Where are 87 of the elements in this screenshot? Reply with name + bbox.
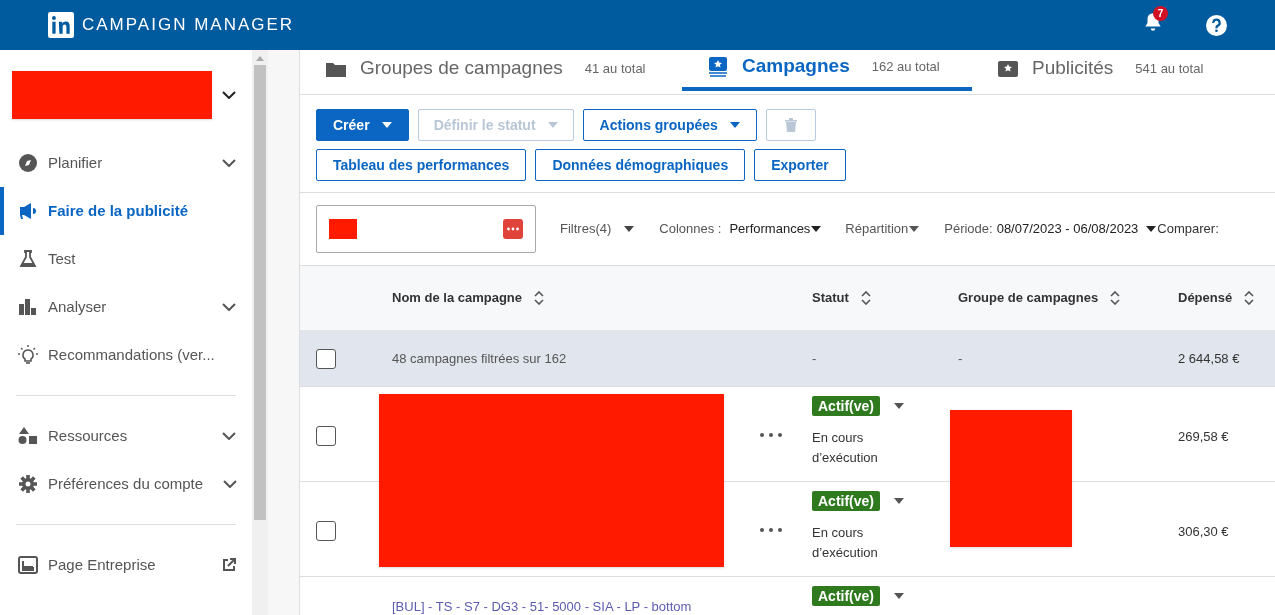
megaphone-icon bbox=[18, 201, 38, 221]
status-detail: En cours d’exécution bbox=[812, 429, 879, 467]
table-cell-text: - bbox=[958, 349, 964, 368]
period-dropdown[interactable]: 08/07/2023 - 06/08/2023 bbox=[996, 219, 1157, 239]
caret-icon bbox=[1146, 226, 1157, 232]
sidebar-item[interactable]: Préférences du compte bbox=[0, 460, 252, 508]
shapes-icon bbox=[18, 426, 38, 446]
checkbox[interactable] bbox=[316, 348, 336, 369]
caret-icon[interactable] bbox=[894, 498, 904, 504]
tab[interactable]: Groupes de campagnes 41 au total bbox=[300, 50, 682, 91]
folder-icon bbox=[326, 60, 346, 77]
tab[interactable]: Publicités 541 au total bbox=[972, 50, 1275, 91]
flask-icon bbox=[18, 249, 38, 269]
filters-button[interactable]: Filtres(4) bbox=[560, 219, 636, 239]
sort-icon[interactable] bbox=[534, 291, 545, 305]
bar-chart-icon bbox=[18, 297, 38, 317]
table-cell: 306,30 € bbox=[1178, 524, 1229, 539]
toolbar-button[interactable]: Exporter bbox=[754, 149, 846, 181]
compare-label: Comparer: bbox=[1157, 220, 1219, 239]
column-header[interactable]: Statut bbox=[812, 288, 849, 308]
caret-icon[interactable] bbox=[894, 593, 904, 599]
sidebar-item[interactable]: Test bbox=[0, 235, 252, 283]
checkbox[interactable] bbox=[316, 426, 336, 446]
chevron-icon bbox=[222, 159, 236, 167]
star-stack-icon bbox=[708, 56, 728, 77]
table-cell-text: 48 campagnes filtrées sur 162 bbox=[392, 349, 568, 368]
caret-icon bbox=[547, 122, 558, 128]
selection-indicator bbox=[0, 187, 4, 235]
tab[interactable]: Campagnes 162 au total bbox=[682, 50, 972, 91]
redaction-block bbox=[329, 219, 357, 239]
sort-icon[interactable] bbox=[860, 291, 871, 305]
caret-icon bbox=[623, 226, 636, 232]
chevron-icon bbox=[222, 432, 236, 440]
chevron-icon[interactable] bbox=[222, 90, 236, 99]
caret-icon bbox=[381, 122, 392, 128]
tab-count: 162 au total bbox=[871, 57, 940, 76]
sort-icon[interactable] bbox=[1110, 291, 1121, 305]
toolbar-button[interactable]: Créer bbox=[316, 109, 409, 141]
status-badge: Actif(ve) bbox=[812, 586, 880, 606]
period-label: Période: bbox=[944, 220, 993, 239]
toolbar-button[interactable]: Données démographiques bbox=[535, 149, 746, 181]
table-cell-text: 2 644,58 € bbox=[1178, 349, 1241, 368]
search-field[interactable] bbox=[316, 205, 536, 253]
more-icon[interactable] bbox=[760, 433, 782, 437]
sidebar-item[interactable]: Faire de la publicité bbox=[0, 187, 252, 235]
page-icon bbox=[18, 555, 38, 575]
settings-icon bbox=[18, 474, 38, 494]
scrollbar[interactable] bbox=[252, 50, 268, 615]
app-title: CAMPAIGN MANAGER bbox=[82, 14, 295, 37]
caret-icon bbox=[729, 122, 740, 128]
sidebar-item[interactable]: Planifier bbox=[0, 139, 252, 187]
chevron-icon bbox=[223, 480, 238, 488]
caret-icon[interactable] bbox=[894, 403, 904, 409]
sidebar-item[interactable]: Analyser bbox=[0, 283, 252, 331]
column-header[interactable]: Nom de la campagne bbox=[392, 288, 523, 308]
tab-count: 41 au total bbox=[584, 59, 646, 78]
logo-icon bbox=[48, 12, 74, 38]
table-cell-text: - bbox=[812, 349, 818, 368]
help-icon[interactable] bbox=[1206, 14, 1227, 36]
caret-icon bbox=[909, 226, 920, 232]
checkbox[interactable] bbox=[316, 521, 336, 541]
notification-count: 7 bbox=[1153, 5, 1168, 21]
more-icon[interactable] bbox=[760, 528, 782, 532]
column-header[interactable]: Dépensé bbox=[1178, 288, 1233, 308]
column-header[interactable]: Groupe de campagnes bbox=[958, 288, 1099, 308]
chevron-icon bbox=[222, 303, 236, 311]
sidebar-item[interactable]: Page Entreprise bbox=[0, 541, 252, 589]
caret-icon bbox=[811, 226, 822, 232]
sort-icon[interactable] bbox=[1244, 291, 1255, 305]
compass-icon bbox=[18, 153, 38, 173]
tab-count: 541 au total bbox=[1135, 59, 1204, 78]
trash-icon bbox=[784, 118, 797, 132]
sidebar-item[interactable]: Ressources bbox=[0, 412, 252, 460]
table-cell: 269,58 € bbox=[1178, 429, 1229, 444]
columns-dropdown[interactable]: Performances bbox=[729, 219, 822, 239]
campaign-link[interactable]: [BUL] - TS - S7 - DG3 - 51- 5000 - SIA - LP - bottom bbox=[392, 599, 692, 614]
lightbulb-icon bbox=[18, 345, 38, 365]
password-manager-icon[interactable] bbox=[503, 219, 523, 239]
external-link-icon bbox=[222, 558, 236, 572]
status-detail: En cours d’exécution bbox=[812, 524, 879, 562]
columns-label: Colonnes : bbox=[659, 220, 722, 239]
toolbar-button[interactable]: Actions groupées bbox=[582, 109, 757, 141]
breakdown-dropdown[interactable]: Répartition bbox=[845, 219, 920, 239]
toolbar-button[interactable]: Tableau des performances bbox=[316, 149, 527, 181]
status-badge: Actif(ve) bbox=[812, 396, 880, 416]
status-badge: Actif(ve) bbox=[812, 491, 880, 511]
sidebar-item[interactable]: Recommandations (ver... bbox=[0, 331, 252, 379]
